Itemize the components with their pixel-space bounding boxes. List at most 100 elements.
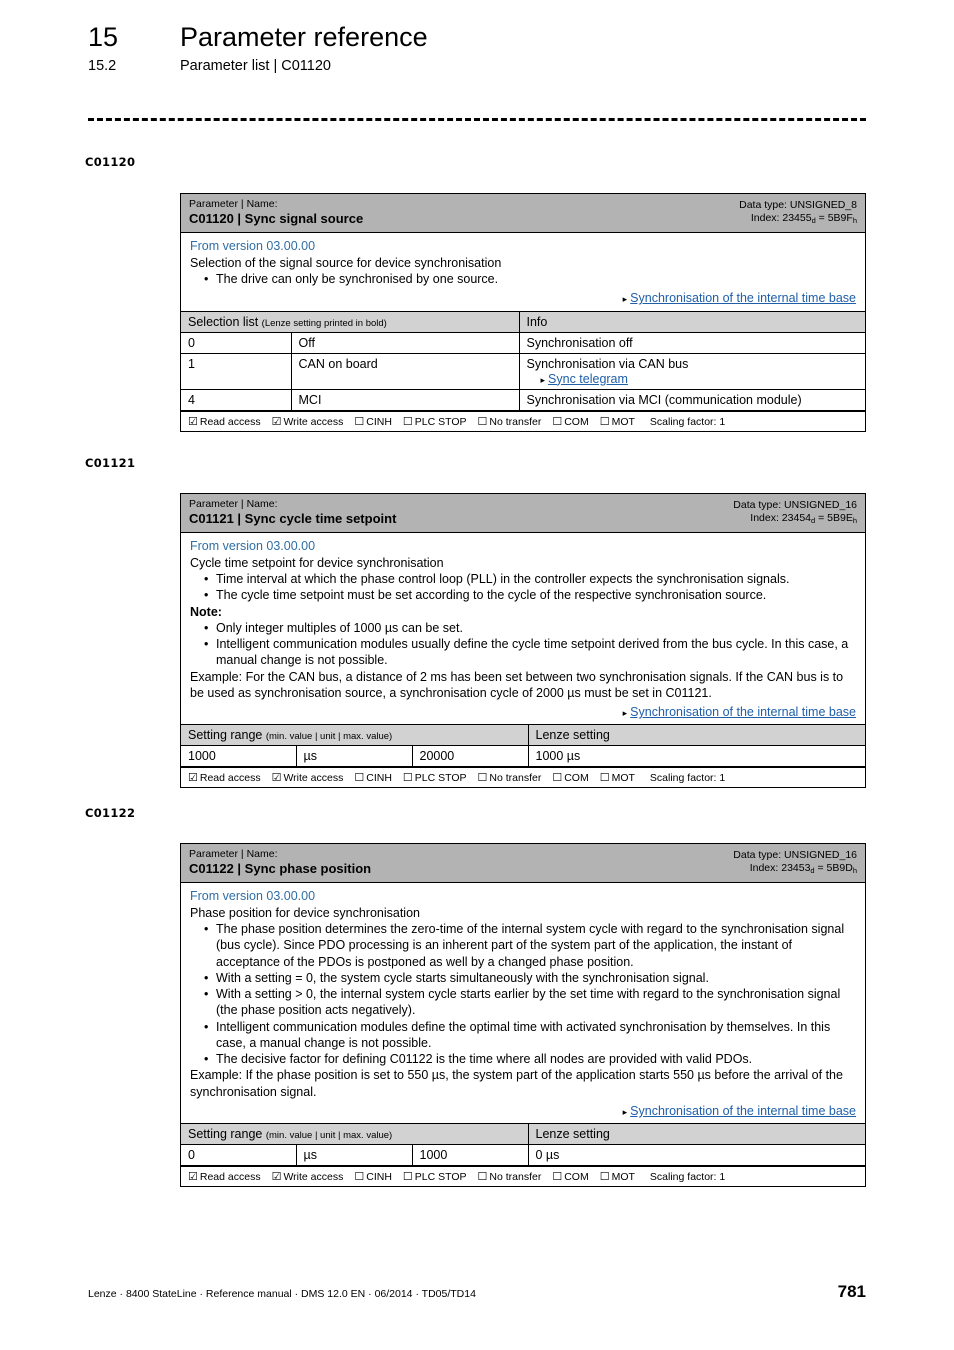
access-cinh: ☐ CINH (354, 1171, 392, 1184)
section-header-note: (min. value | unit | max. value) (265, 731, 393, 743)
access-mot: ☐ MOT (599, 1171, 635, 1184)
from-version-text: From version 03.00.00 (190, 538, 316, 553)
section-header-left: Setting range (min. value | unit | max. … (181, 724, 528, 747)
range-min-value: 0 (181, 1144, 296, 1167)
checkbox-unchecked-icon: ☐ (477, 772, 488, 785)
access-read: ☑ Read access (188, 1171, 261, 1184)
parameter-description: From version 03.00.00 Phase position for … (181, 883, 865, 1124)
data-type-text: Data type: UNSIGNED_8 (739, 199, 857, 211)
table-section-header: Selection list (Lenze setting printed in… (181, 310, 865, 333)
table-section-header: Setting range (min. value | unit | max. … (181, 724, 865, 747)
section-heading: 15.2 Parameter list | C01120 (88, 58, 868, 74)
parameter-block-c01120: Parameter | Name: C01120 | Sync signal so… (180, 193, 866, 432)
option-value: 4 (181, 388, 291, 411)
checkbox-checked-icon: ☑ (271, 415, 282, 428)
margin-label-c01122: C01122 (85, 806, 136, 820)
section-number: 15.2 (88, 58, 117, 74)
cross-reference-link[interactable]: Synchronisation of the internal time bas… (630, 705, 856, 719)
cross-reference-row: ▸ Synchronisation of the internal time ba… (190, 290, 856, 306)
checkbox-unchecked-icon: ☐ (354, 772, 365, 785)
checkbox-checked-icon: ☑ (271, 1171, 282, 1184)
margin-label-c01121: C01121 (85, 456, 136, 470)
from-version-text: From version 03.00.00 (190, 888, 316, 903)
section-header-right: Lenze setting (527, 1123, 865, 1146)
description-bullet-list: The phase position determines the zero-t… (190, 921, 856, 1068)
access-read: ☑ Read access (188, 415, 261, 428)
checkbox-unchecked-icon: ☐ (599, 772, 610, 785)
parameter-title-left: Parameter | Name: C01122 | Sync phase pos… (189, 848, 371, 877)
footer-imprint: Lenze · 8400 StateLine · Reference manua… (88, 1288, 476, 1300)
parameter-table: Setting range (min. value | unit | max. … (181, 724, 865, 768)
access-flags-row: ☑ Read access ☑ Write access ☐ CINH ☐ PLC STOP ☐… (181, 1166, 865, 1186)
access-plc-stop: ☐ PLC STOP (402, 772, 467, 785)
cross-reference-link[interactable]: Synchronisation of the internal time bas… (630, 1104, 856, 1118)
section-header-right: Lenze setting (527, 724, 865, 747)
parameter-title-bar: Parameter | Name: C01121 | Sync cycle tim… (181, 494, 865, 533)
list-item: With a setting = 0, the system cycle sta… (202, 970, 856, 987)
checkbox-unchecked-icon: ☐ (477, 1171, 488, 1184)
parameter-block-c01122: Parameter | Name: C01122 | Sync phase pos… (180, 843, 866, 1188)
table-row: 0 Off Synchronisation off (181, 331, 865, 354)
access-write: ☑ Write access (271, 1171, 344, 1184)
checkbox-unchecked-icon: ☐ (354, 415, 365, 428)
option-info: Synchronisation off (518, 331, 865, 354)
access-plc-stop: ☐ PLC STOP (402, 415, 467, 428)
checkbox-checked-icon: ☑ (188, 415, 198, 428)
section-header-note: (min. value | unit | max. value) (265, 1130, 393, 1142)
scaling-factor: Scaling factor: 1 (649, 1171, 726, 1184)
list-item: Intelligent communication modules usuall… (202, 636, 856, 669)
parameter-meta: Data type: UNSIGNED_16 Index: 23454d = 5B… (733, 498, 857, 525)
triangle-right-icon: ▸ (622, 708, 628, 719)
running-head: 15 Parameter reference 15.2 Parameter li… (88, 22, 868, 74)
checkbox-unchecked-icon: ☐ (552, 1171, 563, 1184)
from-version-text: From version 03.00.00 (190, 238, 316, 253)
description-bullet-list: The drive can only be synchronised by on… (190, 271, 856, 288)
checkbox-checked-icon: ☑ (271, 772, 282, 785)
parameter-title-bar: Parameter | Name: C01122 | Sync phase pos… (181, 844, 865, 883)
list-item: Only integer multiples of 1000 µs can be… (202, 620, 856, 637)
description-text: Selection of the signal source for devic… (190, 255, 502, 270)
access-mot: ☐ MOT (599, 415, 635, 428)
lenze-setting-value: 1000 µs (527, 745, 865, 768)
description-text: Phase position for device synchronisatio… (190, 905, 420, 920)
index-text: Index: 23455d = 5B9Fh (750, 212, 857, 226)
parameter-block-c01121: Parameter | Name: C01121 | Sync cycle tim… (180, 493, 866, 789)
parameter-name-label: Parameter | Name: (189, 198, 278, 210)
option-info-text: Synchronisation via CAN bus (526, 356, 689, 371)
option-name: MCI (290, 388, 519, 411)
index-text: Index: 23453d = 5B9Dh (749, 862, 857, 876)
cross-reference-link[interactable]: Synchronisation of the internal time bas… (630, 291, 856, 305)
list-item: The phase position determines the zero-t… (202, 921, 856, 970)
parameter-code-name: C01120 | Sync signal source (189, 211, 364, 227)
list-item: The drive can only be synchronised by on… (202, 271, 856, 288)
option-info-link[interactable]: Sync telegram (548, 372, 628, 386)
parameter-code-name: C01121 | Sync cycle time setpoint (189, 511, 397, 527)
table-section-header: Setting range (min. value | unit | max. … (181, 1123, 865, 1146)
chapter-number: 15 (88, 22, 119, 52)
section-title: Parameter list | C01120 (180, 58, 331, 74)
list-item: The cycle time setpoint must be set acco… (202, 587, 856, 604)
cross-reference-row: ▸ Synchronisation of the internal time ba… (190, 704, 856, 720)
section-header-right: Info (518, 310, 865, 333)
parameter-name-label: Parameter | Name: (189, 498, 278, 510)
access-com: ☐ COM (552, 1171, 589, 1184)
parameter-name-label: Parameter | Name: (189, 848, 278, 860)
page-footer: Lenze · 8400 StateLine · Reference manua… (88, 1282, 866, 1302)
access-read: ☑ Read access (188, 772, 261, 785)
access-plc-stop: ☐ PLC STOP (402, 1171, 467, 1184)
access-write: ☑ Write access (271, 415, 344, 428)
range-max-value: 1000 (411, 1144, 528, 1167)
data-type-text: Data type: UNSIGNED_16 (733, 499, 857, 511)
note-bullet-list: Only integer multiples of 1000 µs can be… (190, 620, 856, 669)
parameter-description: From version 03.00.00 Cycle time setpoint… (181, 533, 865, 725)
option-info-text: Synchronisation via MCI (communication m… (526, 392, 802, 407)
parameter-title-left: Parameter | Name: C01120 | Sync signal so… (189, 198, 363, 227)
option-info: Synchronisation via CAN bus ▸ Sync telegra… (518, 352, 865, 390)
parameter-code-name: C01122 | Sync phase position (189, 861, 372, 877)
chapter-heading: 15 Parameter reference (88, 22, 868, 53)
checkbox-unchecked-icon: ☐ (354, 1171, 365, 1184)
parameter-meta: Data type: UNSIGNED_8 Index: 23455d = 5B9… (739, 198, 857, 225)
data-type-text: Data type: UNSIGNED_16 (733, 849, 857, 861)
index-text: Index: 23454d = 5B9Eh (750, 512, 857, 526)
list-item: With a setting > 0, the internal system … (202, 986, 856, 1019)
